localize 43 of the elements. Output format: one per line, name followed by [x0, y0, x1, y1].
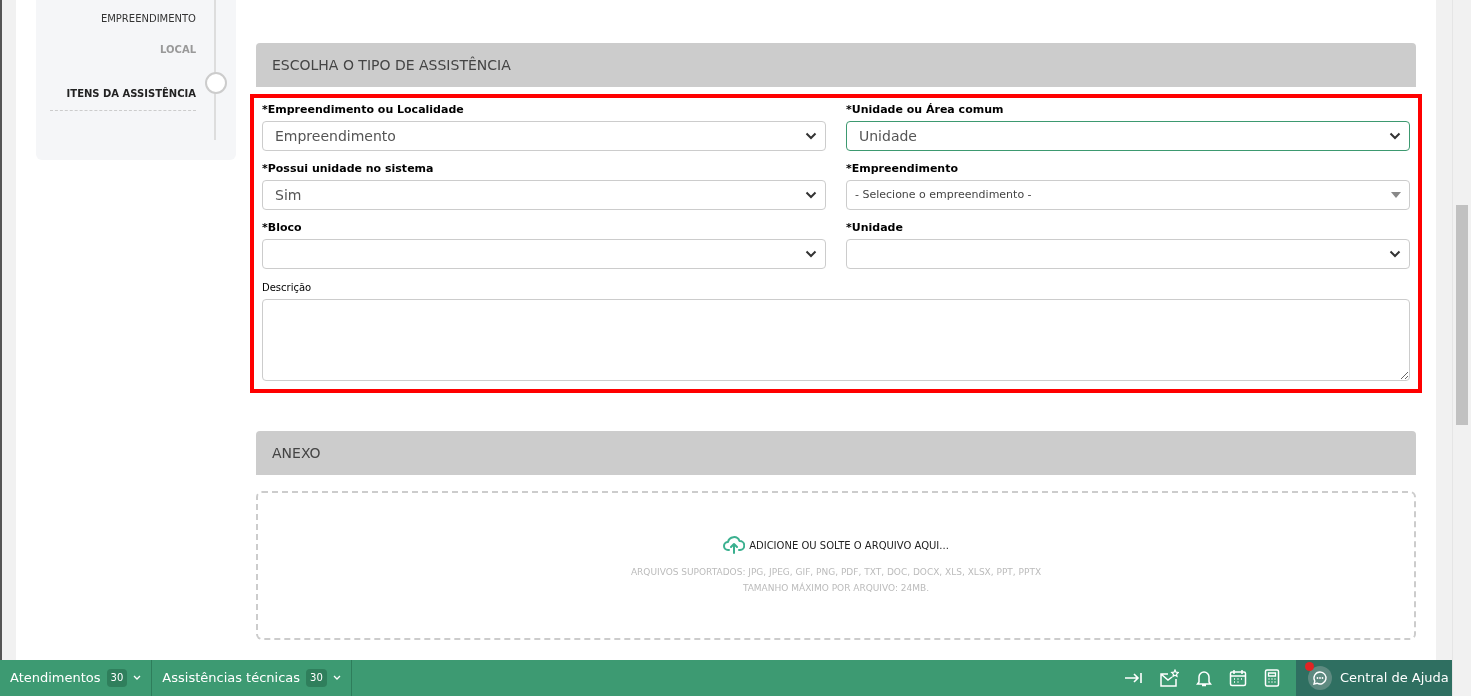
max-size: TAMANHO MÁXIMO POR ARQUIVO: 24MB. [742, 581, 930, 595]
calculator-icon[interactable] [1264, 669, 1280, 687]
field-label: *Unidade ou Área comum [846, 103, 1005, 117]
chevron-down-icon [805, 191, 817, 199]
select-field[interactable]: Empreendimento [262, 121, 826, 151]
bottom-tab[interactable]: Assistências técnicas 30 [152, 660, 352, 696]
field-label: *Empreendimento [846, 162, 959, 176]
bottom-tab[interactable]: Atendimentos 30 [0, 660, 153, 696]
field-label: Descrição [262, 281, 313, 295]
upload-prompt: ADICIONE OU SOLTE O ARQUIVO AQUI... [749, 538, 949, 553]
envelope-star-icon[interactable] [1159, 669, 1179, 687]
supported-formats: ARQUIVOS SUPORTADOS: JPG, JPEG, GIF, PNG, PDF, TXT, DOC, DOCX, XLS, XLSX, PPT, PPTX [630, 566, 1042, 579]
select-field[interactable]: Sim [262, 180, 826, 210]
chevron-down-icon [805, 132, 817, 140]
bell-icon[interactable] [1196, 669, 1212, 687]
calendar-icon[interactable] [1229, 669, 1247, 687]
field-label: *Unidade [846, 221, 904, 235]
chat-bubble-icon [1312, 670, 1328, 686]
chevron-down-icon [133, 675, 142, 681]
step-label[interactable]: EMPREENDIMENTO [100, 11, 196, 26]
help-center-button[interactable]: Central de Ajuda [1296, 660, 1452, 696]
chevron-down-icon [1389, 132, 1401, 140]
count-badge: 30 [106, 669, 128, 687]
combo-field[interactable]: - Selecione o empreendimento - [846, 180, 1410, 210]
step-label[interactable]: ITENS DA ASSISTÊNCIA [66, 86, 196, 101]
count-badge: 30 [306, 669, 327, 687]
field-label: *Possui unidade no sistema [262, 162, 435, 176]
section-header: ESCOLHA O TIPO DE ASSISTÊNCIA [256, 43, 1416, 87]
chevron-down-icon [805, 250, 817, 258]
arrow-to-line-icon[interactable] [1124, 671, 1142, 685]
select-field[interactable] [846, 239, 1410, 269]
chevron-down-icon [1389, 250, 1401, 258]
field-label: *Empreendimento ou Localidade [262, 103, 465, 117]
select-field[interactable]: Unidade [846, 121, 1410, 151]
triangle-down-icon [1391, 192, 1401, 198]
scrollbar-thumb[interactable] [1456, 205, 1468, 425]
file-dropzone[interactable]: ADICIONE OU SOLTE O ARQUIVO AQUI... ARQUIVOS SUPORTADOS: JPG, JPEG, GIF, PNG, PDF, TXT, DOC, DOCX, XLS, XLSX, PPT, PPTX TAMANHO MÁXIMO POR ARQUIVO: 24MB. [256, 491, 1416, 640]
scrollbar[interactable] [1452, 0, 1471, 696]
chevron-down-icon [332, 675, 341, 681]
select-field[interactable] [262, 239, 826, 269]
cloud-upload-icon [723, 536, 746, 554]
field-label: *Bloco [262, 221, 303, 235]
section-header: ANEXO [256, 431, 1416, 475]
